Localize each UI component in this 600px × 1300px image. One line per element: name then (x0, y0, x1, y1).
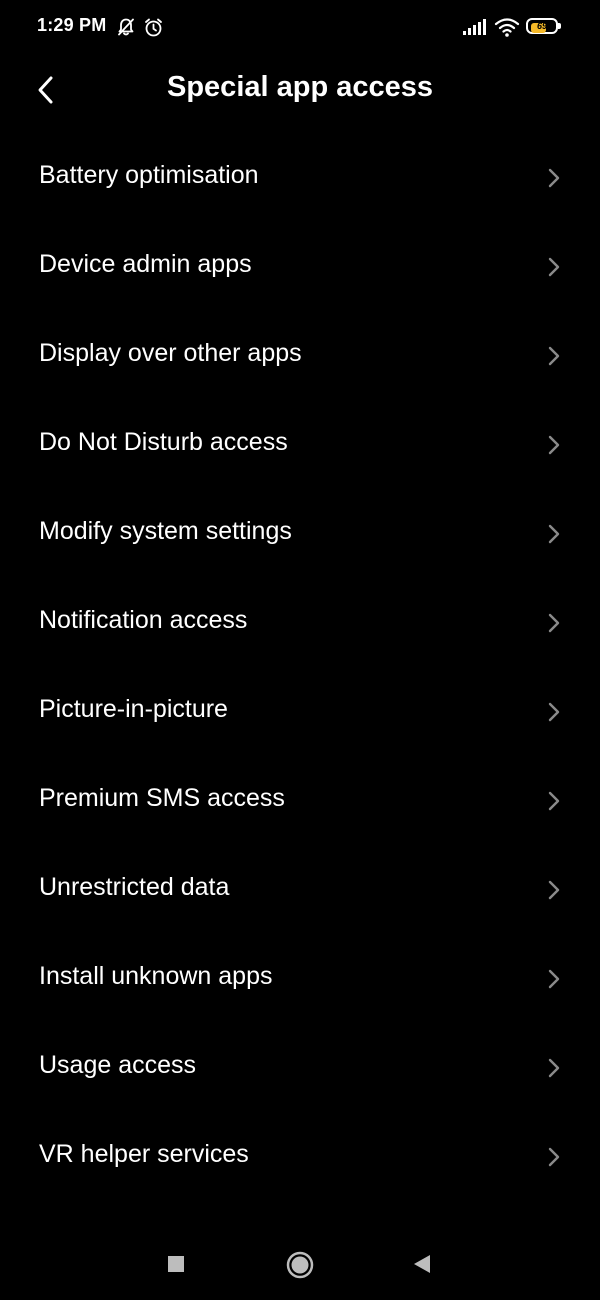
chevron-right-icon (548, 702, 560, 722)
battery-level: 69 (536, 21, 547, 31)
menu-item-install-unknown-apps[interactable]: Install unknown apps (0, 935, 600, 1024)
chevron-right-icon (548, 435, 560, 455)
menu-item-do-not-disturb-access[interactable]: Do Not Disturb access (0, 401, 600, 490)
menu-item-label: VR helper services (39, 1140, 249, 1168)
menu-item-label: Install unknown apps (39, 962, 273, 990)
status-time: 1:29 PM (37, 15, 107, 35)
battery-tip (558, 23, 561, 29)
navigation-bar (0, 1236, 600, 1292)
signal-icon (463, 19, 486, 35)
chevron-right-icon (548, 1147, 560, 1167)
chevron-right-icon (548, 346, 560, 366)
menu-item-notification-access[interactable]: Notification access (0, 579, 600, 668)
menu-item-label: Unrestricted data (39, 873, 230, 901)
nav-back-button[interactable] (408, 1250, 436, 1278)
recents-button[interactable] (162, 1250, 190, 1278)
chevron-right-icon (548, 969, 560, 989)
menu-item-label: Premium SMS access (39, 784, 285, 812)
menu-item-modify-system-settings[interactable]: Modify system settings (0, 490, 600, 579)
menu-item-label: Do Not Disturb access (39, 428, 288, 456)
menu-item-label: Usage access (39, 1051, 197, 1079)
menu-item-device-admin-apps[interactable]: Device admin apps (0, 223, 600, 312)
chevron-right-icon (548, 1058, 560, 1078)
home-button[interactable] (283, 1248, 317, 1282)
battery-icon: 69 (526, 18, 562, 36)
menu-item-label: Battery optimisation (39, 161, 259, 189)
menu-item-premium-sms-access[interactable]: Premium SMS access (0, 757, 600, 846)
chevron-right-icon (548, 257, 560, 277)
menu-item-label: Modify system settings (39, 517, 292, 545)
menu-list: Battery optimisation Device admin apps D… (0, 134, 600, 1202)
menu-item-vr-helper-services[interactable]: VR helper services (0, 1113, 600, 1202)
chevron-right-icon (548, 168, 560, 188)
app-header: Special app access (0, 56, 600, 126)
menu-item-label: Device admin apps (39, 250, 252, 278)
menu-item-battery-optimisation[interactable]: Battery optimisation (0, 134, 600, 223)
status-bar: 1:29 PM 69 (0, 0, 600, 56)
wifi-icon (494, 18, 520, 37)
chevron-right-icon (548, 524, 560, 544)
menu-item-label: Notification access (39, 606, 248, 634)
menu-item-display-over-other-apps[interactable]: Display over other apps (0, 312, 600, 401)
notifications-off-icon (118, 18, 134, 36)
menu-item-label: Display over other apps (39, 339, 302, 367)
chevron-right-icon (548, 791, 560, 811)
menu-item-usage-access[interactable]: Usage access (0, 1024, 600, 1113)
menu-item-label: Picture-in-picture (39, 695, 228, 723)
chevron-right-icon (548, 880, 560, 900)
chevron-right-icon (548, 613, 560, 633)
alarm-icon (145, 18, 162, 37)
page-title: Special app access (167, 71, 433, 103)
menu-item-picture-in-picture[interactable]: Picture-in-picture (0, 668, 600, 757)
menu-item-unrestricted-data[interactable]: Unrestricted data (0, 846, 600, 935)
